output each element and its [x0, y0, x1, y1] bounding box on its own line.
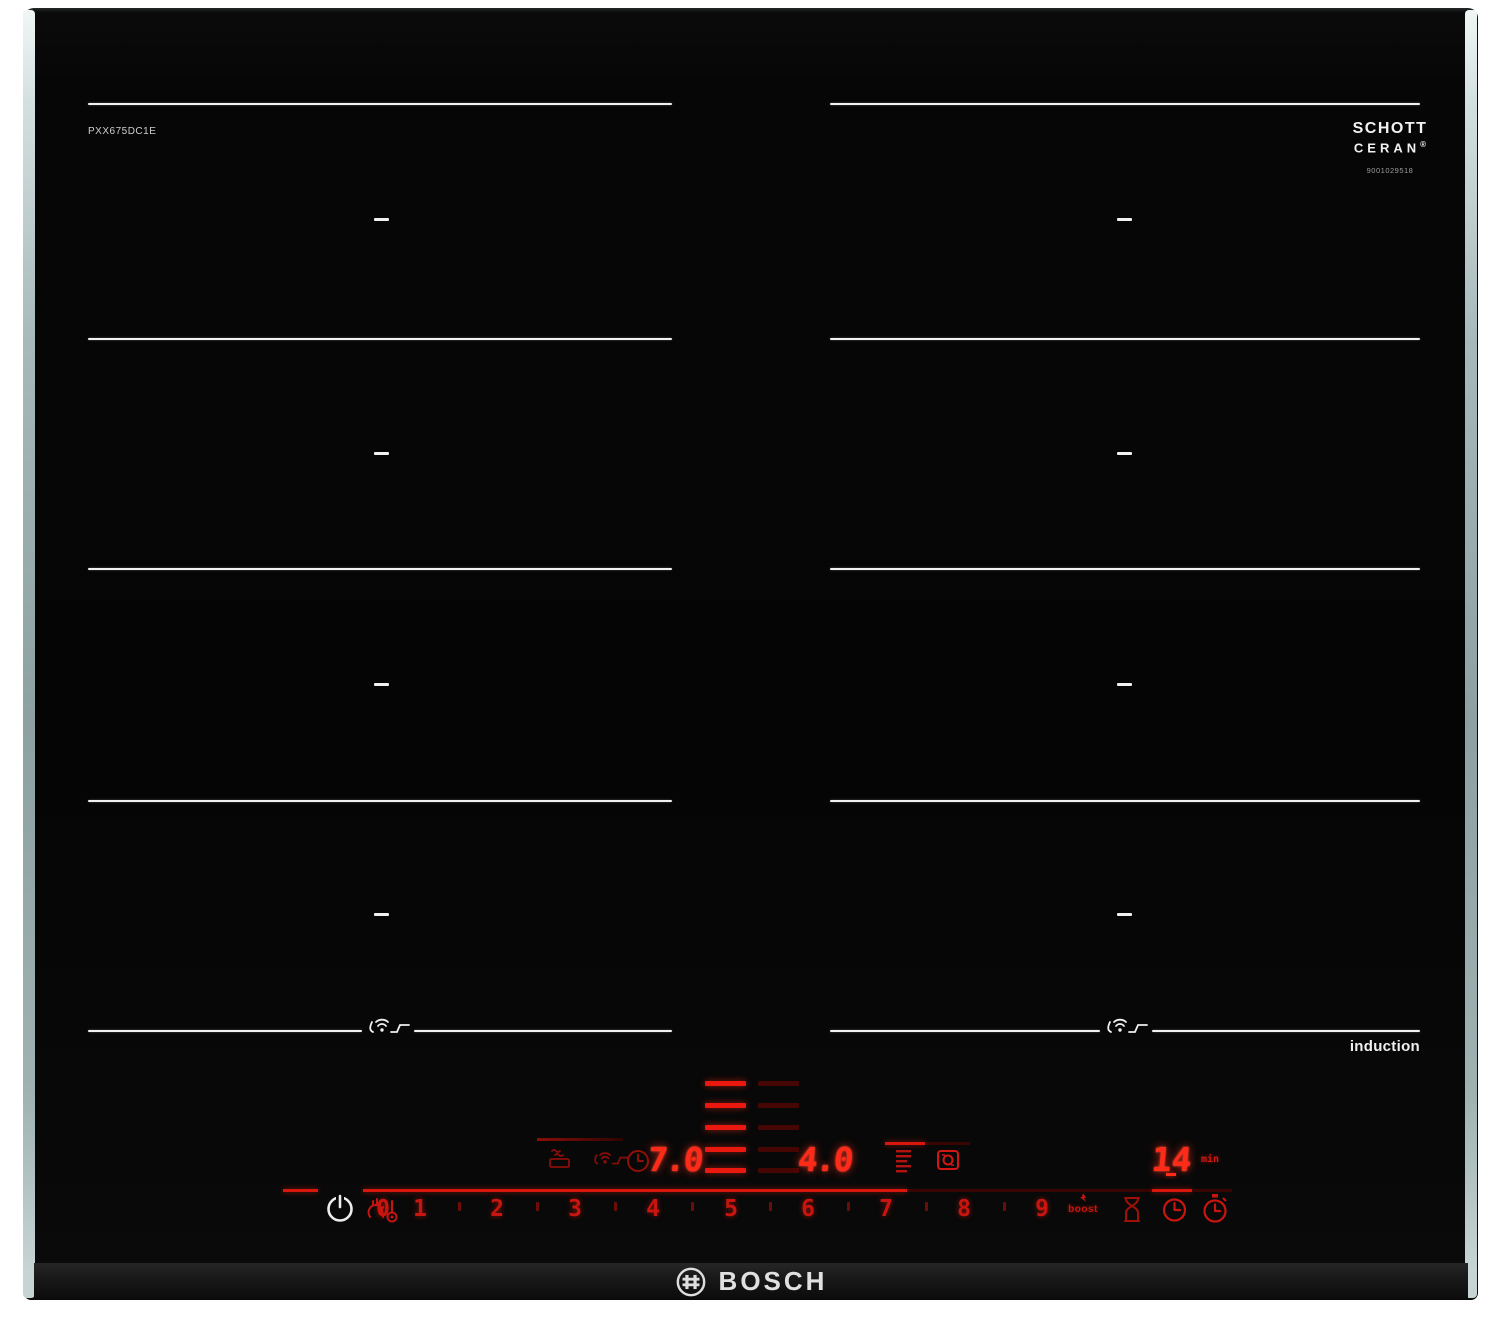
- hob-glass-surface: [24, 8, 1478, 1300]
- front-trim-bar: BOSCH: [34, 1263, 1468, 1300]
- frying-sensor-icon[interactable]: [934, 1146, 962, 1174]
- slider-track-segment[interactable]: [363, 1189, 907, 1192]
- induction-label: induction: [1349, 1038, 1420, 1055]
- slider-tick: [614, 1202, 617, 1211]
- boost-button[interactable]: boost: [1060, 1204, 1106, 1215]
- power-level-ladder: [705, 1147, 746, 1152]
- slider-track-segment: [1192, 1189, 1232, 1192]
- power-level-ladder: [705, 1168, 746, 1173]
- zone-line: [88, 103, 672, 105]
- slider-level-8[interactable]: 8: [949, 1196, 979, 1222]
- pan-centre-mark: [374, 218, 389, 221]
- glass-brand-line1: SCHOTT: [1352, 120, 1428, 137]
- slider-level-3[interactable]: 3: [560, 1196, 590, 1222]
- glass-code: 9001029518: [1366, 166, 1414, 176]
- left-trim-strip: [23, 10, 35, 1298]
- power-level-ladder: [705, 1125, 746, 1130]
- pan-centre-mark: [374, 683, 389, 686]
- left-power-display: 7.0: [646, 1140, 704, 1179]
- zone-line: [414, 1030, 672, 1032]
- registered-mark: ®: [1420, 140, 1427, 149]
- pan-centre-mark: [374, 913, 389, 916]
- slider-track-segment: [1152, 1189, 1192, 1192]
- slider-level-0[interactable]: 0: [368, 1196, 398, 1222]
- bosch-logo-text: BOSCH: [718, 1266, 828, 1296]
- model-number: PXX675DC1E: [88, 126, 157, 137]
- zone-select-indicator: [537, 1138, 623, 1141]
- slider-track-segment[interactable]: [283, 1189, 318, 1192]
- power-level-ladder-dim: [758, 1081, 799, 1086]
- power-level-ladder-dim: [758, 1125, 799, 1130]
- slider-level-2[interactable]: 2: [482, 1196, 512, 1222]
- slider-tick: [458, 1202, 461, 1211]
- zone-line: [830, 1030, 1100, 1032]
- zone-line: [830, 568, 1420, 570]
- zone-line: [830, 103, 1420, 105]
- boost-icon[interactable]: [1076, 1192, 1090, 1203]
- slider-level-1[interactable]: 1: [405, 1196, 435, 1222]
- pan-centre-mark: [1117, 218, 1132, 221]
- kitchen-timer-clock-icon[interactable]: [1161, 1196, 1188, 1223]
- slider-level-9[interactable]: 9: [1027, 1196, 1057, 1222]
- slider-tick: [691, 1202, 694, 1211]
- zone-line: [88, 1030, 362, 1032]
- power-level-ladder: [705, 1081, 746, 1086]
- power-level-ladder-dim: [758, 1103, 799, 1108]
- power-level-ladder: [705, 1103, 746, 1108]
- slider-tick: [769, 1202, 772, 1211]
- keep-warm-pot-icon[interactable]: [546, 1146, 574, 1170]
- slider-track-segment[interactable]: [907, 1189, 1152, 1192]
- slider-level-7[interactable]: 7: [871, 1196, 901, 1222]
- glass-brand-logo: SCHOTT CERAN® 9001029518: [1338, 120, 1442, 176]
- pan-centre-mark: [374, 452, 389, 455]
- timer-unit-label: min: [1201, 1154, 1220, 1165]
- zone-line: [88, 338, 672, 340]
- bosch-armature-logo-icon: [676, 1267, 705, 1296]
- timer-active-mark: [1166, 1173, 1176, 1176]
- power-standby-icon[interactable]: [324, 1192, 356, 1224]
- flex-zone-pan-icon: [1107, 1018, 1148, 1033]
- timer-display: 14: [1150, 1140, 1194, 1179]
- slider-tick: [1003, 1202, 1006, 1211]
- flex-zone-pan-icon: [369, 1018, 410, 1033]
- zone-line: [88, 800, 672, 802]
- glass-brand-line2: CERAN®: [1353, 140, 1427, 156]
- slider-level-4[interactable]: 4: [638, 1196, 668, 1222]
- zone-select-indicator: [925, 1142, 970, 1145]
- stopwatch-alarm-icon[interactable]: [1200, 1193, 1230, 1224]
- slider-tick: [925, 1202, 928, 1211]
- zone-line: [88, 568, 672, 570]
- slider-tick: [536, 1202, 539, 1211]
- zone-select-indicator: [885, 1142, 925, 1145]
- slider-level-5[interactable]: 5: [716, 1196, 746, 1222]
- pan-centre-mark: [1117, 452, 1132, 455]
- pan-centre-mark: [1117, 913, 1132, 916]
- slider-tick: [847, 1202, 850, 1211]
- zone-line: [1152, 1030, 1420, 1032]
- slider-level-6[interactable]: 6: [793, 1196, 823, 1222]
- pan-centre-mark: [1117, 683, 1132, 686]
- zone-line: [830, 800, 1420, 802]
- right-trim-strip: [1465, 10, 1477, 1298]
- hourglass-timer-icon[interactable]: [1122, 1196, 1142, 1223]
- zone-line: [830, 338, 1420, 340]
- power-level-list-icon[interactable]: [894, 1149, 914, 1173]
- induction-hob-photo: PXX675DC1E SCHOTT CERAN® 9001029518 indu…: [0, 0, 1500, 1324]
- right-power-display: 4.0: [796, 1140, 854, 1179]
